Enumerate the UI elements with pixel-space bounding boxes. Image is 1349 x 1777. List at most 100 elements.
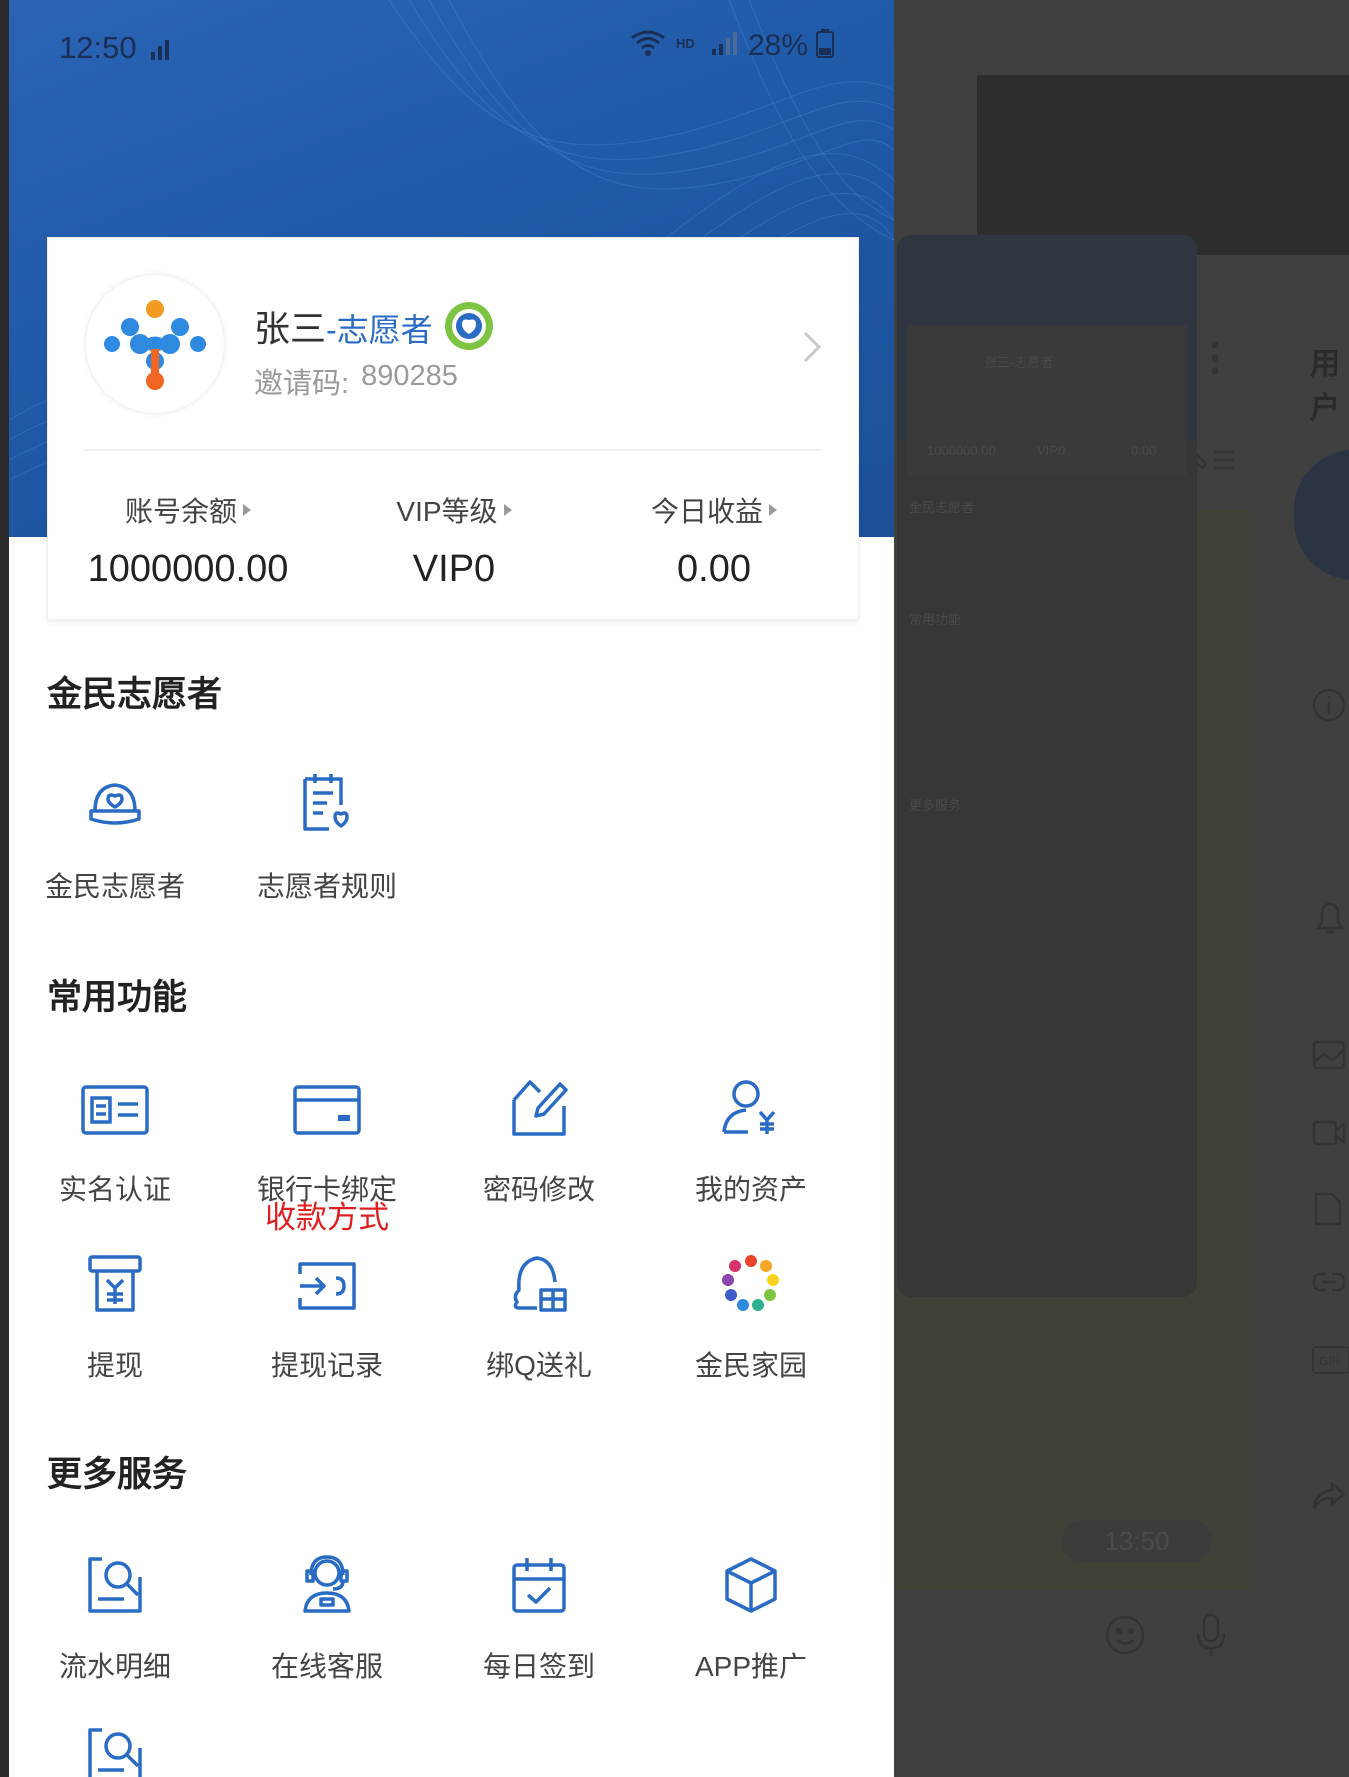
grid-item-volunteer-rules[interactable]: 志愿者规则 xyxy=(221,755,433,905)
payment-method-annotation: 收款方式 xyxy=(265,1200,389,1235)
invite-code: 890285 xyxy=(361,360,458,392)
logo-icon xyxy=(104,300,206,390)
avatar[interactable] xyxy=(86,275,224,413)
grid-item-label: 在线客服 xyxy=(270,1651,383,1682)
grid-item-label: 提现记录 xyxy=(270,1350,383,1381)
grid-item-withdraw[interactable]: 提现 xyxy=(9,1234,221,1384)
search-document-icon xyxy=(9,1535,221,1615)
stat-value: 1000000.00 xyxy=(87,548,289,590)
stat-label: VIP等级 xyxy=(396,496,498,527)
grid-item-app-promotion[interactable]: APP推广 xyxy=(645,1535,857,1685)
customer-service-icon xyxy=(221,1535,433,1615)
bank-card-icon xyxy=(221,1058,433,1138)
id-card-icon xyxy=(9,1058,221,1138)
more-vertical-icon xyxy=(1210,340,1220,381)
grid-item-partial[interactable] xyxy=(9,1706,221,1777)
info-icon xyxy=(1312,688,1346,727)
grid-item-my-assets[interactable]: 我的资产 xyxy=(645,1058,857,1208)
grid-item-bind-qq-gift[interactable]: 绑Q送礼 xyxy=(433,1234,645,1384)
chevron-right-icon[interactable] xyxy=(802,330,822,369)
video-icon xyxy=(1312,1118,1346,1153)
search-document-icon xyxy=(9,1706,221,1777)
mini-section-title: 常用功能 xyxy=(909,612,962,627)
background-mini-screenshot: 张三-志愿者 1000000.00 VIP0 0.00 金民志愿者 常用功能 更… xyxy=(897,235,1197,1297)
cell-signal-icon xyxy=(710,29,740,62)
battery-icon xyxy=(816,28,834,63)
wifi-icon xyxy=(630,28,666,63)
grid-item-bank-card[interactable]: 银行卡绑定 xyxy=(221,1058,433,1208)
grid-item-label: 流水明细 xyxy=(58,1651,171,1682)
section-title-common: 常用功能 xyxy=(47,978,188,1017)
stat-vip[interactable]: VIP等级 VIP0 xyxy=(324,490,584,591)
signal-icon xyxy=(149,34,175,67)
grid-item-label: 我的资产 xyxy=(694,1174,807,1205)
profile-card[interactable]: 张三-志愿者 邀请码: 890285 账号余额 1000000.00 VIP等级… xyxy=(47,237,859,620)
grid-item-label: 金民志愿者 xyxy=(44,871,185,902)
grid-item-withdraw-records[interactable]: 提现记录 xyxy=(221,1234,433,1384)
background-fab xyxy=(1294,450,1349,580)
cube-icon xyxy=(645,1535,857,1615)
grid-item-jinmin-home[interactable]: 金民家园 xyxy=(645,1234,857,1384)
profile-role: -志愿者 xyxy=(326,312,433,348)
gif-icon: GIF xyxy=(1312,1346,1349,1379)
svg-text:HD: HD xyxy=(676,36,695,51)
svg-text:GIF: GIF xyxy=(1319,1354,1339,1368)
section-title-volunteer: 金民志愿者 xyxy=(47,675,223,714)
stat-balance[interactable]: 账号余额 1000000.00 xyxy=(58,490,318,591)
grid-item-password-change[interactable]: 密码修改 xyxy=(433,1058,645,1208)
screen-left-edge xyxy=(0,0,9,1777)
grid-item-transactions[interactable]: 流水明细 xyxy=(9,1535,221,1685)
volunteer-cap-icon xyxy=(9,755,221,835)
bell-icon xyxy=(1314,900,1346,941)
atm-withdraw-icon xyxy=(9,1234,221,1314)
invite-label: 邀请码: xyxy=(254,368,350,400)
mini-profile-name: 张三-志愿者 xyxy=(984,355,1054,370)
file-icon xyxy=(1312,1192,1342,1231)
user-yen-icon xyxy=(645,1058,857,1138)
rules-document-icon xyxy=(221,755,433,835)
status-time: 12:50 xyxy=(59,30,137,65)
grid-item-label: 提现 xyxy=(86,1350,143,1381)
grid-item-online-support[interactable]: 在线客服 xyxy=(221,1535,433,1685)
edit-document-icon xyxy=(433,1058,645,1138)
stat-value: VIP0 xyxy=(412,548,496,590)
mini-stat: 1000000.00 xyxy=(927,443,996,458)
grid-item-label: 密码修改 xyxy=(482,1174,595,1205)
hd-icon: HD xyxy=(674,33,702,58)
grid-item-label: APP推广 xyxy=(694,1651,808,1682)
background-media-box xyxy=(977,75,1349,255)
background-app-overlay: 用户 张三-志愿者 1000000.00 VIP0 0.00 金民志愿者 常用功… xyxy=(894,0,1349,1777)
image-icon xyxy=(1312,1040,1346,1075)
profile-name: 张三 xyxy=(254,308,327,349)
section-title-more: 更多服务 xyxy=(47,1455,188,1494)
card-divider xyxy=(84,449,822,451)
battery-percent: 28% xyxy=(747,28,808,62)
grid-item-label: 每日签到 xyxy=(482,1651,595,1682)
grid-item-real-name-auth[interactable]: 实名认证 xyxy=(9,1058,221,1208)
status-bar: 12:50 HD 28% xyxy=(9,22,894,72)
stat-value: 0.00 xyxy=(677,548,751,590)
triangle-right-icon xyxy=(243,504,251,516)
calendar-check-icon xyxy=(433,1535,645,1615)
grid-item-daily-checkin[interactable]: 每日签到 xyxy=(433,1535,645,1685)
mini-stat: VIP0 xyxy=(1037,443,1066,458)
grid-item-label: 金民家园 xyxy=(694,1350,807,1381)
mini-section-title: 金民志愿者 xyxy=(909,500,975,515)
background-time-badge: 13:50 xyxy=(1062,1520,1212,1562)
invite-code-row: 邀请码: 890285 xyxy=(254,360,458,402)
microphone-icon xyxy=(1194,1612,1228,1663)
grid-item-label: 实名认证 xyxy=(58,1174,171,1205)
transfer-records-icon xyxy=(221,1234,433,1314)
profile-name-row: 张三-志愿者 xyxy=(254,300,495,352)
grid-item-label: 志愿者规则 xyxy=(256,871,397,902)
triangle-right-icon xyxy=(503,504,512,516)
triangle-right-icon xyxy=(769,504,777,516)
stat-label: 账号余额 xyxy=(124,496,237,527)
grid-item-label: 绑Q送礼 xyxy=(486,1350,592,1381)
stat-today-earnings[interactable]: 今日收益 0.00 xyxy=(584,490,844,591)
mini-section-title: 更多服务 xyxy=(909,798,962,813)
stat-label: 今日收益 xyxy=(650,496,763,527)
mini-stat: 0.00 xyxy=(1131,443,1157,458)
grid-item-volunteer[interactable]: 金民志愿者 xyxy=(9,755,221,905)
share-icon xyxy=(1312,1480,1346,1515)
